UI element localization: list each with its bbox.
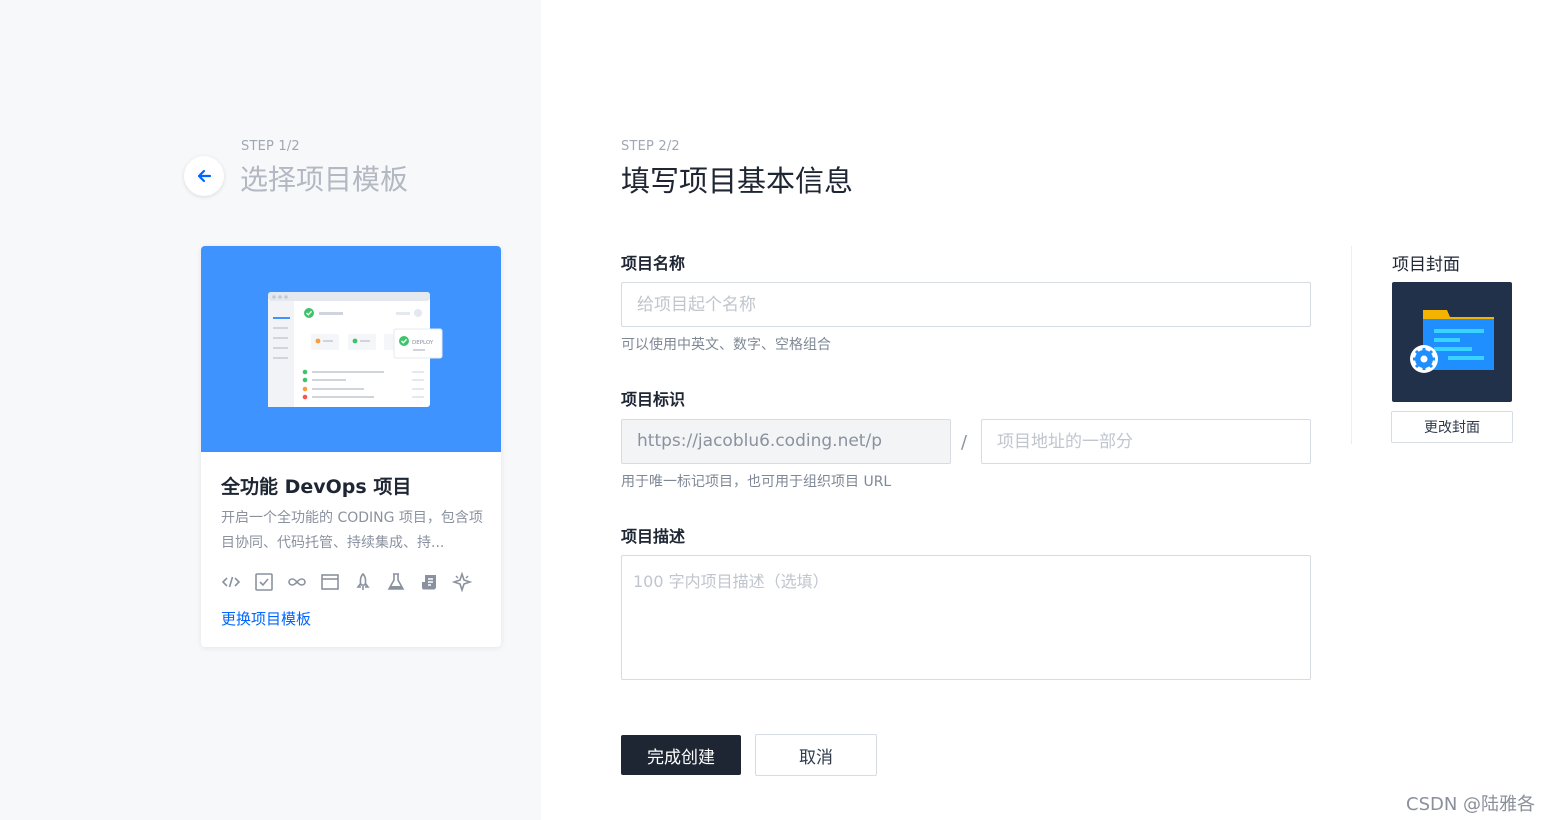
svg-text:DEPLOY: DEPLOY [412,340,434,346]
project-identifier-input[interactable] [981,419,1311,464]
infinity-icon [287,572,307,592]
project-name-hint: 可以使用中英文、数字、空格组合 [621,337,831,353]
create-button[interactable]: 完成创建 [621,735,741,775]
project-identifier-hint: 用于唯一标记项目，也可用于组织项目 URL [621,474,892,490]
window-icon [320,572,340,592]
change-cover-button[interactable]: 更改封面 [1391,411,1513,443]
template-description: 开启一个全功能的 CODING 项目，包含项目协同、代码托管、持续集成、持... [221,510,483,551]
project-identifier-label: 项目标识 [621,390,686,409]
flask-icon [386,572,406,592]
sparkle-icon [452,572,472,592]
cancel-button[interactable]: 取消 [755,734,877,776]
step-indicator-left: STEP 1/2 [241,139,300,154]
checkbox-icon [254,572,274,592]
watermark: CSDN @陆雅各 [1406,794,1536,815]
change-template-link[interactable]: 更换项目模板 [221,608,311,629]
code-icon [221,572,241,592]
project-name-input[interactable] [621,282,1311,327]
page-title: 填写项目基本信息 [621,164,854,198]
rocket-icon [353,572,373,592]
template-illustration: DEPLOY [201,246,501,452]
project-description-label: 项目描述 [621,527,686,546]
project-cover-image[interactable] [1392,282,1512,402]
url-separator: / [961,432,968,453]
project-description-textarea[interactable] [621,555,1311,680]
arrow-left-icon [197,169,212,183]
template-feature-icons [221,572,472,592]
divider [1351,246,1352,444]
step-title-left: 选择项目模板 [240,163,409,196]
step-indicator-right: STEP 2/2 [621,139,680,154]
project-cover-label: 项目封面 [1392,255,1460,275]
docs-icon [419,572,439,592]
folder-gear-icon [1410,310,1494,373]
project-name-label: 项目名称 [621,254,686,273]
back-button[interactable] [184,156,224,196]
template-card: DEPLOY 全功能 DevOps 项目 开启一个全功能的 CODING 项目，… [201,246,501,647]
project-url-prefix: https://jacoblu6.coding.net/p [621,419,951,464]
devops-illustration-icon: DEPLOY [268,292,443,407]
template-panel: STEP 1/2 选择项目模板 DEPLOY 全功能 DevOps 项目 开启一… [0,0,541,820]
template-title: 全功能 DevOps 项目 [221,476,412,498]
